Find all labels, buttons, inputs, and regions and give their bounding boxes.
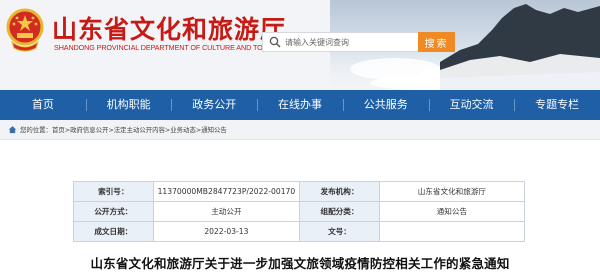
nav-item-institutions[interactable]: 机构职能 xyxy=(85,90,172,120)
breadcrumb-item-gov-info[interactable]: 政府信息公开 xyxy=(70,125,108,134)
site-header: 山东省文化和旅游厅 SHANDONG PROVINCIAL DEPARTMENT… xyxy=(0,0,600,90)
site-title: 山东省文化和旅游厅 xyxy=(52,15,287,44)
nav-item-public-services[interactable]: 公共服务 xyxy=(342,90,429,120)
index-value: 11370000MB2847723P/2022-00170 xyxy=(152,181,301,202)
publisher-label: 发布机构： xyxy=(299,181,380,202)
document-number-label: 文号： xyxy=(299,221,380,242)
national-emblem-icon xyxy=(6,8,44,52)
home-icon xyxy=(8,126,17,134)
search-icon xyxy=(269,36,281,48)
breadcrumb-item-statutory[interactable]: 法定主动公开内容 xyxy=(114,125,165,134)
nav-item-government-affairs[interactable]: 政务公开 xyxy=(171,90,257,120)
index-label: 索引号： xyxy=(73,181,154,202)
search-input[interactable] xyxy=(285,33,415,51)
breadcrumb-item-notices[interactable]: 通知公告 xyxy=(201,125,227,134)
table-row: 公开方式： 主动公开 组配分类： 通知公告 xyxy=(73,201,526,222)
nav-item-online-services[interactable]: 在线办事 xyxy=(257,90,343,120)
search-button[interactable]: 搜索 xyxy=(418,32,455,52)
document-meta-table: 索引号： 11370000MB2847723P/2022-00170 发布机构：… xyxy=(73,181,526,242)
disclosure-mode-value: 主动公开 xyxy=(152,201,301,222)
date-label: 成文日期： xyxy=(73,221,154,242)
publisher-value: 山东省文化和旅游厅 xyxy=(378,181,526,202)
breadcrumb-prefix: 您的位置： xyxy=(20,126,52,134)
disclosure-mode-label: 公开方式： xyxy=(73,201,154,222)
date-value: 2022-03-13 xyxy=(152,221,301,242)
nav-item-interaction[interactable]: 互动交流 xyxy=(428,90,515,120)
breadcrumb-item-business-news[interactable]: 业务动态 xyxy=(170,125,196,134)
breadcrumb-item-home[interactable]: 首页 xyxy=(52,125,65,134)
category-label: 组配分类： xyxy=(299,201,380,222)
mountain-silhouette-image xyxy=(440,4,600,90)
site-subtitle-english: SHANDONG PROVINCIAL DEPARTMENT OF CULTUR… xyxy=(54,43,286,52)
category-value: 通知公告 xyxy=(378,201,526,222)
nav-item-home[interactable]: 首页 xyxy=(0,90,86,120)
article-title: 山东省文化和旅游厅关于进一步加强文旅领域疫情防控相关工作的紧急通知 xyxy=(90,256,510,271)
nav-item-special-topics[interactable]: 专题专栏 xyxy=(514,90,600,120)
main-nav: 首页 机构职能 政务公开 在线办事 公共服务 互动交流 专题专栏 xyxy=(0,90,600,120)
table-row: 成文日期： 2022-03-13 文号： xyxy=(73,221,526,242)
breadcrumb: 您的位置： 首页 > 政府信息公开 > 法定主动公开内容 > 业务动态 > 通知… xyxy=(0,120,600,140)
document-number-value xyxy=(378,221,526,242)
table-row: 索引号： 11370000MB2847723P/2022-00170 发布机构：… xyxy=(73,181,526,202)
search-box xyxy=(262,32,418,52)
